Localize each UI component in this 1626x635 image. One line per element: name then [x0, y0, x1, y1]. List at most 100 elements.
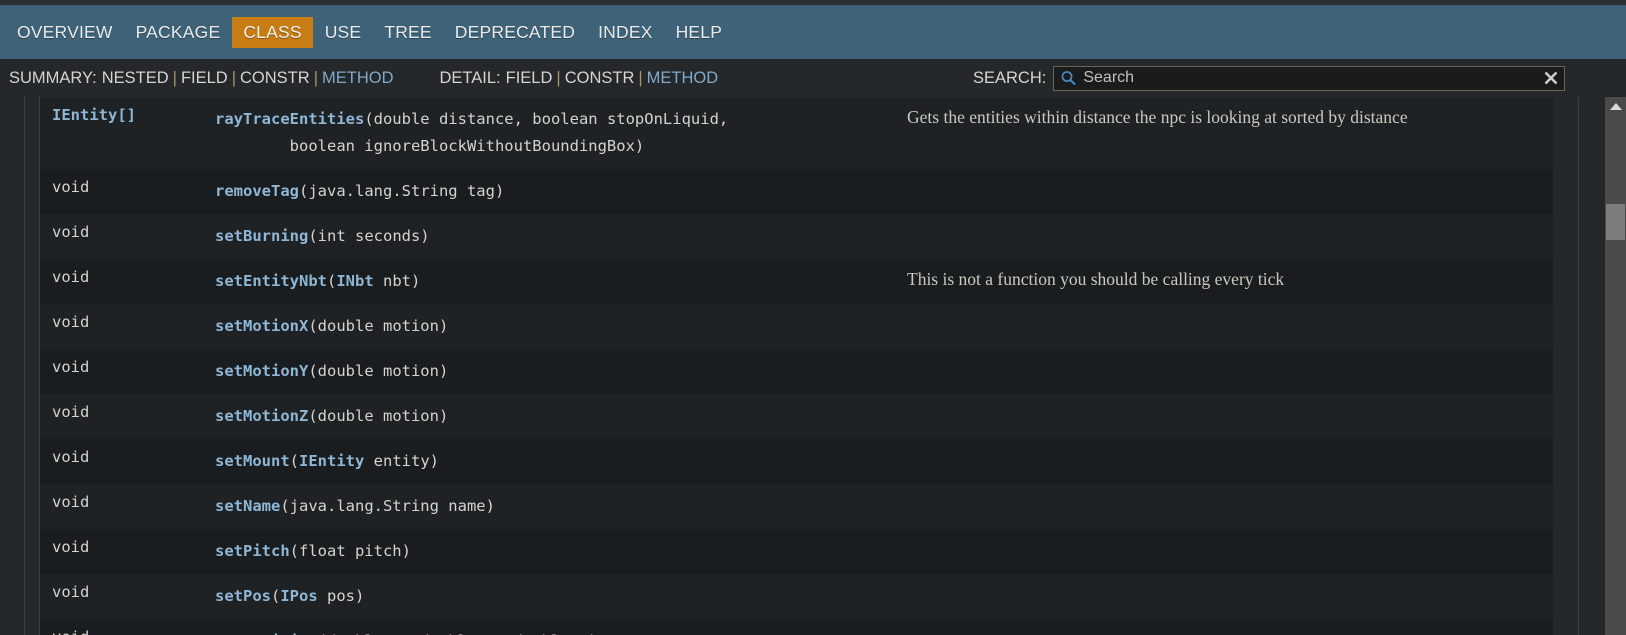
signature-text: (int seconds) [308, 227, 430, 245]
topnav-item-index[interactable]: INDEX [587, 17, 663, 48]
method-signature-cell: setPitch(float pitch) [215, 538, 907, 565]
top-navigation-bar: OVERVIEW PACKAGE CLASS USE TREE DEPRECATED IND… [0, 5, 1626, 59]
detail-nav-group: DETAIL: FIELD | CONSTR | METHOD [439, 69, 718, 88]
content-right-gap [1553, 97, 1605, 635]
method-name-link[interactable]: setBurning [215, 227, 308, 245]
arrow-up-icon [1609, 102, 1622, 110]
topnav-item-help[interactable]: HELP [665, 17, 734, 48]
scrollbar-thumb[interactable] [1606, 204, 1625, 240]
table-row: void setMotionX(double motion) [40, 304, 1553, 349]
topnav-item-tree[interactable]: TREE [373, 17, 442, 48]
return-type-cell: void [40, 538, 215, 557]
method-signature-cell: rayTraceEntities(double distance, boolea… [215, 106, 907, 160]
return-type-text: void [52, 403, 90, 421]
return-type-text: void [52, 448, 90, 466]
method-signature-cell: setPos(IPos pos) [215, 583, 907, 610]
signature-text: (java.lang.String tag) [299, 182, 505, 200]
signature-text: (double motion) [308, 317, 449, 335]
summary-nested: NESTED [101, 68, 169, 87]
return-type-text: void [52, 583, 90, 601]
method-signature-cell: setEntityNbt(INbt nbt) [215, 268, 907, 295]
signature-text: (float pitch) [289, 542, 411, 560]
method-name-link[interactable]: setName [215, 497, 280, 515]
param-type-link[interactable]: IEntity [299, 452, 364, 470]
description-cell: Gets the entities within distance the np… [907, 107, 1408, 127]
search-label: SEARCH: [973, 68, 1047, 87]
return-type-text: void [52, 268, 90, 286]
method-signature-cell: removeTag(java.lang.String tag) [215, 178, 907, 205]
close-icon[interactable] [1538, 67, 1564, 90]
return-type-text: void [52, 313, 90, 331]
return-type-cell: void [40, 628, 215, 635]
return-type-text: void [52, 358, 90, 376]
indent-rail-right [1578, 97, 1579, 635]
scroll-up-button[interactable] [1605, 97, 1626, 115]
table-row: void removeTag(java.lang.String tag) [40, 169, 1553, 214]
method-signature-cell: setMotionX(double motion) [215, 313, 907, 340]
method-summary-table: IEntity[] rayTraceEntities(double distanc… [40, 97, 1553, 635]
subnav-separator: | [638, 68, 643, 87]
return-type-cell: void [40, 223, 215, 242]
return-type-cell: void [40, 403, 215, 422]
return-type-text: void [52, 223, 90, 241]
table-row: IEntity[] rayTraceEntities(double distanc… [40, 97, 1553, 169]
param-type-link[interactable]: INbt [336, 272, 373, 290]
method-name-link[interactable]: setMount [215, 452, 290, 470]
param-type-link[interactable]: IPos [280, 587, 317, 605]
method-name-link[interactable]: setPos [215, 587, 271, 605]
signature-text: (java.lang.String name) [280, 497, 495, 515]
topnav-item-overview[interactable]: OVERVIEW [6, 17, 124, 48]
return-type-text: void [52, 493, 90, 511]
summary-method[interactable]: METHOD [322, 69, 394, 87]
return-type-text: void [52, 538, 90, 556]
method-name-link[interactable]: setPitch [215, 542, 290, 560]
description-cell: This is not a function you should be cal… [907, 269, 1285, 289]
topnav-item-package[interactable]: PACKAGE [125, 17, 232, 48]
javadoc-page: OVERVIEW PACKAGE CLASS USE TREE DEPRECATED IND… [0, 0, 1626, 635]
detail-field: FIELD [505, 68, 553, 87]
method-name-link[interactable]: setMotionZ [215, 407, 308, 425]
return-type-link[interactable]: IEntity[] [52, 106, 136, 124]
search-box[interactable] [1053, 65, 1566, 91]
return-type-cell: IEntity[] [40, 106, 215, 125]
detail-items: FIELD | CONSTR | METHOD [506, 69, 719, 88]
detail-method[interactable]: METHOD [647, 69, 719, 87]
return-type-cell: void [40, 268, 215, 287]
signature-text: ( [326, 272, 337, 290]
table-row: void setBurning(int seconds) [40, 214, 1553, 259]
table-row: void setMotionY(double motion) [40, 349, 1553, 394]
method-name-link[interactable]: setMotionY [215, 362, 308, 380]
method-summary-content: IEntity[] rayTraceEntities(double distanc… [0, 97, 1626, 635]
indent-rail-outer [24, 97, 25, 635]
table-row: void setPos(IPos pos) [40, 574, 1553, 619]
return-type-cell: void [40, 313, 215, 332]
search-input[interactable] [1079, 67, 1539, 89]
table-row: void setPitch(float pitch) [40, 529, 1553, 574]
summary-label: SUMMARY: [9, 68, 97, 87]
return-type-cell: void [40, 448, 215, 467]
signature-text: pos) [317, 587, 365, 605]
table-row: void setMount(IEntity entity) [40, 439, 1553, 484]
summary-field: FIELD [180, 68, 228, 87]
summary-nav-group: SUMMARY: NESTED | FIELD | CONSTR | METHOD [9, 69, 393, 88]
table-row: void setEntityNbt(INbt nbt) This is not a … [40, 259, 1553, 304]
subnav-separator: | [313, 68, 318, 87]
method-signature-cell: setPosition(double x, double y, double z… [215, 628, 907, 635]
table-row: void setName(java.lang.String name) [40, 484, 1553, 529]
return-type-text: void [52, 178, 90, 196]
return-type-cell: void [40, 178, 215, 197]
subnav-separator: | [231, 68, 237, 87]
topnav-item-class[interactable]: CLASS [232, 16, 313, 48]
method-name-link[interactable]: rayTraceEntities [215, 110, 364, 128]
topnav-item-deprecated[interactable]: DEPRECATED [444, 17, 586, 48]
vertical-scrollbar[interactable] [1605, 97, 1626, 635]
method-name-link[interactable]: removeTag [215, 182, 299, 200]
subnav-separator: | [172, 68, 177, 87]
method-name-link[interactable]: setEntityNbt [215, 272, 327, 290]
topnav-item-use[interactable]: USE [314, 17, 373, 48]
table-row: void setPosition(double x, double y, doub… [40, 619, 1553, 635]
method-name-link[interactable]: setMotionX [215, 317, 308, 335]
method-signature-cell: setName(java.lang.String name) [215, 493, 907, 520]
return-type-text: void [52, 628, 89, 635]
method-signature-cell: setMount(IEntity entity) [215, 448, 907, 475]
